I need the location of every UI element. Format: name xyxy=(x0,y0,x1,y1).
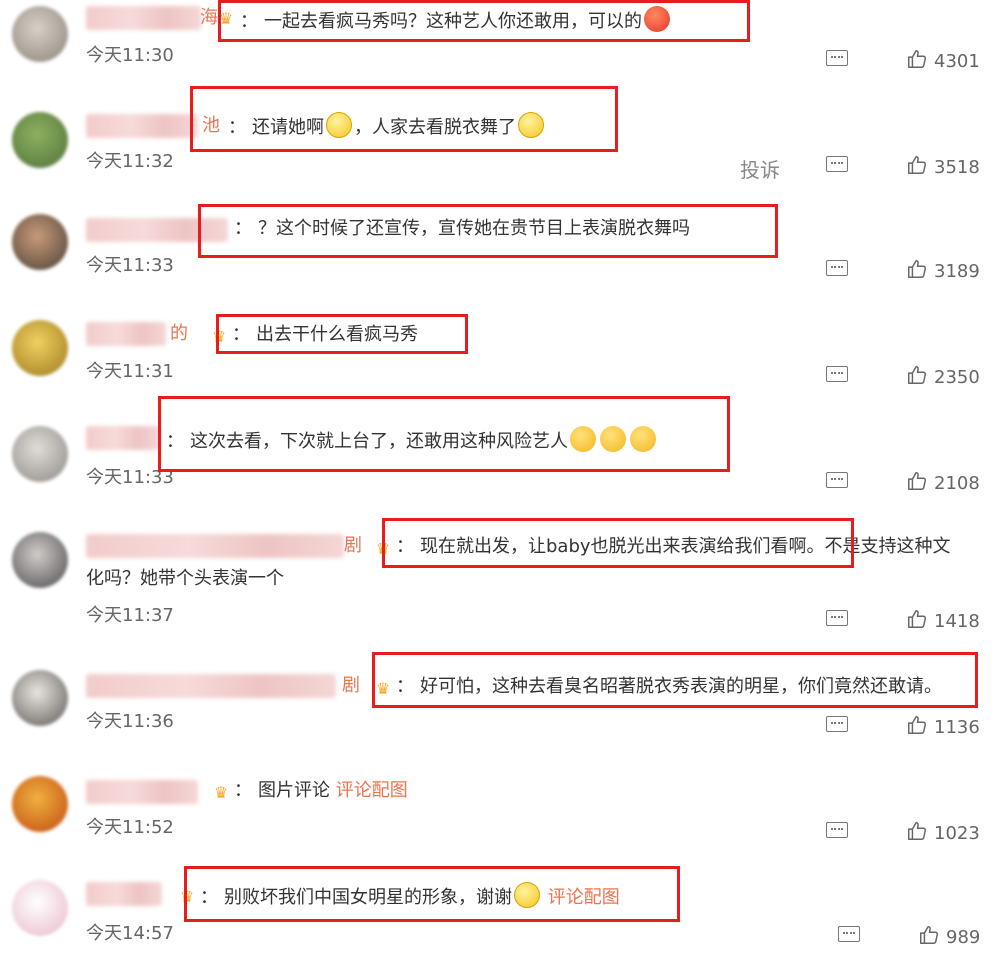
thumbs-up-icon xyxy=(906,470,928,492)
avatar[interactable] xyxy=(12,532,68,588)
reply-icon[interactable] xyxy=(826,50,848,66)
reply-icon[interactable] xyxy=(826,610,848,626)
like-count: 3518 xyxy=(934,157,980,178)
thumbs-up-icon xyxy=(906,714,928,736)
timestamp: 今天11:36 xyxy=(86,711,174,732)
thumbs-up-icon xyxy=(906,820,928,842)
thumbs-up-icon xyxy=(918,924,940,946)
username[interactable] xyxy=(86,6,201,30)
username[interactable] xyxy=(86,114,198,138)
reply-icon[interactable] xyxy=(826,156,848,172)
timestamp: 今天11:31 xyxy=(86,361,174,382)
report-link[interactable]: 投诉 xyxy=(740,154,780,183)
crown-badge-icon: ♛ xyxy=(213,783,229,802)
like-count: 1023 xyxy=(934,823,980,844)
username[interactable] xyxy=(86,426,160,450)
like-button[interactable]: 1023 xyxy=(906,820,980,846)
avatar[interactable] xyxy=(12,880,68,936)
like-button[interactable]: 3189 xyxy=(906,258,980,284)
highlight-box xyxy=(218,0,750,42)
reply-icon[interactable] xyxy=(826,822,848,838)
like-button[interactable]: 1418 xyxy=(906,608,980,634)
highlight-box xyxy=(198,204,778,258)
highlight-box xyxy=(190,86,618,152)
like-count: 3189 xyxy=(934,261,980,282)
like-button[interactable]: 4301 xyxy=(906,48,980,74)
comment-image-link[interactable]: 评论配图 xyxy=(336,780,408,801)
thumbs-up-icon xyxy=(906,608,928,630)
highlight-box xyxy=(158,396,730,472)
avatar[interactable] xyxy=(12,320,68,376)
reply-icon[interactable] xyxy=(826,472,848,488)
username-tail[interactable]: 剧 xyxy=(342,674,360,698)
timestamp: 今天14:57 xyxy=(86,923,174,944)
username[interactable] xyxy=(86,322,166,346)
timestamp: 今天11:33 xyxy=(86,255,174,276)
like-count: 4301 xyxy=(934,51,980,72)
like-count: 1418 xyxy=(934,611,980,632)
like-count: 1136 xyxy=(934,717,980,738)
avatar[interactable] xyxy=(12,6,68,62)
username-tail[interactable]: 剧 xyxy=(344,534,362,558)
like-count: 2350 xyxy=(934,367,980,388)
username[interactable] xyxy=(86,882,162,906)
like-count: 989 xyxy=(946,927,981,948)
username-tail[interactable]: 的 xyxy=(170,322,188,346)
highlight-box xyxy=(216,314,468,354)
comment-text-continued: 化吗？她带个头表演一个 xyxy=(86,568,284,589)
thumbs-up-icon xyxy=(906,364,928,386)
username[interactable] xyxy=(86,534,344,558)
like-button[interactable]: 3518 xyxy=(906,154,980,180)
avatar[interactable] xyxy=(12,426,68,482)
avatar[interactable] xyxy=(12,214,68,270)
avatar[interactable] xyxy=(12,112,68,168)
like-button[interactable]: 1136 xyxy=(906,714,980,740)
like-button[interactable]: 2108 xyxy=(906,470,980,496)
username[interactable] xyxy=(86,780,198,804)
reply-icon[interactable] xyxy=(838,926,860,942)
comment-text: ：图片评论 评论配图 xyxy=(234,780,408,801)
timestamp: 今天11:52 xyxy=(86,817,174,838)
like-button[interactable]: 2350 xyxy=(906,364,980,390)
avatar[interactable] xyxy=(12,776,68,832)
highlight-box xyxy=(184,866,680,922)
reply-icon[interactable] xyxy=(826,716,848,732)
like-count: 2108 xyxy=(934,473,980,494)
thumbs-up-icon xyxy=(906,258,928,280)
highlight-box xyxy=(382,518,854,568)
avatar[interactable] xyxy=(12,670,68,726)
timestamp: 今天11:30 xyxy=(86,45,174,66)
like-button[interactable]: 989 xyxy=(918,924,980,950)
username[interactable] xyxy=(86,674,336,698)
timestamp: 今天11:32 xyxy=(86,151,174,172)
thumbs-up-icon xyxy=(906,154,928,176)
highlight-box xyxy=(372,652,978,708)
timestamp: 今天11:37 xyxy=(86,605,174,626)
thumbs-up-icon xyxy=(906,48,928,70)
reply-icon[interactable] xyxy=(826,260,848,276)
reply-icon[interactable] xyxy=(826,366,848,382)
